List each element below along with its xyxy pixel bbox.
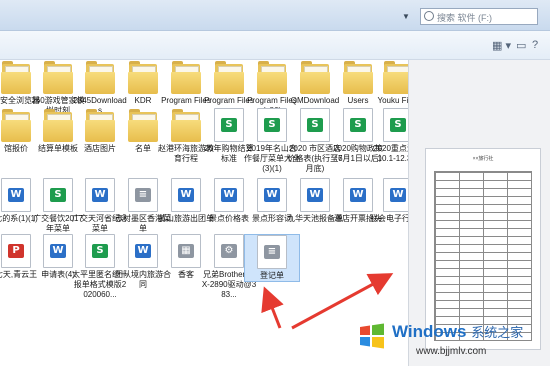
windows-logo-icon xyxy=(360,323,384,349)
folder-icon xyxy=(85,60,115,94)
document-file-icon: W xyxy=(343,178,373,212)
folder-icon xyxy=(214,60,244,94)
folder-icon xyxy=(85,108,115,142)
file-item[interactable]: ≡ 登记单 xyxy=(244,234,300,282)
spreadsheet-file-icon: S xyxy=(257,108,287,142)
document-file-icon: W xyxy=(214,178,244,212)
folder-icon xyxy=(343,60,373,94)
folder-icon xyxy=(43,60,73,94)
document-file-icon: W xyxy=(383,178,408,212)
document-file-icon: W xyxy=(257,178,287,212)
file-item[interactable]: S 2020重点汇总 10.1-12.31) xyxy=(370,108,408,164)
file-icon: P xyxy=(1,234,31,268)
watermark-brand-cn: 系统之家 xyxy=(471,325,524,340)
file-item[interactable]: W 联会电子行程单 xyxy=(370,178,408,224)
chevron-down-icon[interactable]: ▼ xyxy=(402,12,410,21)
spreadsheet-file-icon: S xyxy=(300,108,330,142)
watermark-brand: Windows xyxy=(392,322,467,341)
folder-icon xyxy=(257,60,287,94)
document-file-icon: W xyxy=(171,178,201,212)
folder-icon xyxy=(300,60,330,94)
folder-icon xyxy=(1,60,31,94)
folder-icon xyxy=(383,60,408,94)
image-file-icon: ▦ xyxy=(171,234,201,268)
folder-icon xyxy=(43,108,73,142)
help-icon[interactable]: ? xyxy=(532,39,538,51)
toolbar: ▦ ▾ ▭ ? xyxy=(0,31,550,60)
preview-title: ××旅行社 xyxy=(472,156,494,162)
watermark: Windows 系统之家 www.bjjmlv.com xyxy=(352,316,550,366)
item-label: 2020重点汇总 10.1-12.31) xyxy=(373,144,408,163)
item-label: 联会电子行程单 xyxy=(370,214,408,223)
folder-icon xyxy=(1,108,31,142)
installer-icon: ⚙ xyxy=(214,234,244,268)
folder-icon xyxy=(128,60,158,94)
spreadsheet-file-icon: S xyxy=(43,178,73,212)
search-placeholder: 搜索 软件 (F:) xyxy=(437,13,492,23)
item-label: 登记单 xyxy=(260,271,284,280)
folder-item[interactable]: Youku Files xyxy=(370,60,408,106)
file-icon: ≡ xyxy=(128,178,158,212)
watermark-title: Windows 系统之家 xyxy=(392,322,523,342)
spreadsheet-file-icon: S xyxy=(85,234,115,268)
document-file-icon: W xyxy=(43,234,73,268)
spreadsheet-file-icon: S xyxy=(214,108,244,142)
item-label: Youku Files xyxy=(377,96,408,105)
view-options-icon[interactable]: ▦ ▾ xyxy=(492,39,511,52)
folder-icon xyxy=(171,60,201,94)
file-icon: ≡ xyxy=(257,235,287,269)
document-file-icon: W xyxy=(128,234,158,268)
spreadsheet-file-icon: S xyxy=(383,108,408,142)
search-icon xyxy=(424,11,434,21)
spreadsheet-file-icon: S xyxy=(343,108,373,142)
search-input[interactable]: 搜索 软件 (F:) xyxy=(420,8,538,25)
document-file-icon: W xyxy=(300,178,330,212)
watermark-url: www.bjjmlv.com xyxy=(416,346,487,357)
preview-pane-icon[interactable]: ▭ xyxy=(516,39,526,52)
file-list: 中安全浏览器360游戏管家模拟时刻2345DownloadsKDRProgram… xyxy=(0,60,408,366)
title-bar: ▼ 搜索 软件 (F:) xyxy=(0,0,550,31)
folder-icon xyxy=(171,108,201,142)
document-file-icon: W xyxy=(85,178,115,212)
document-file-icon: W xyxy=(1,178,31,212)
folder-icon xyxy=(128,108,158,142)
